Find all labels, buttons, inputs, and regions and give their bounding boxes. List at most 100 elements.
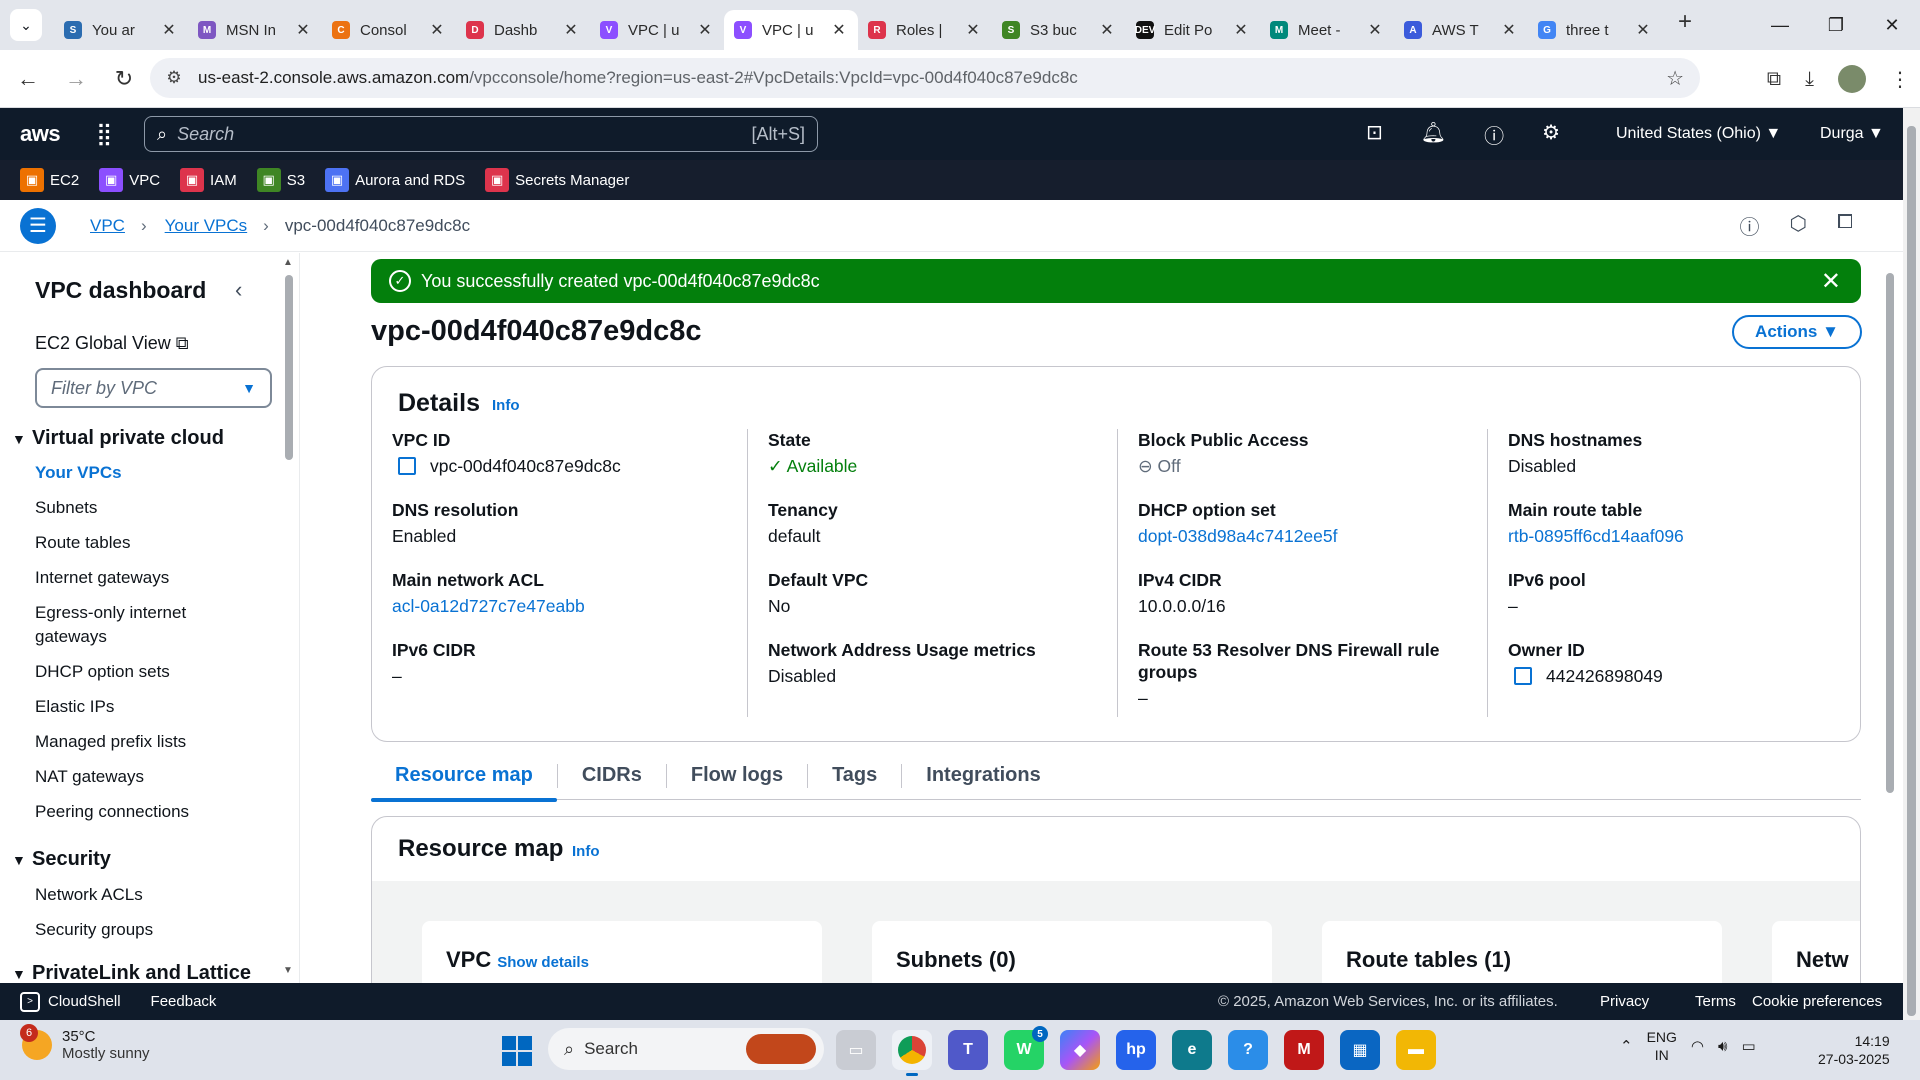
browser-tab[interactable]: M Meet - ✕	[1260, 10, 1394, 50]
tab-close-icon[interactable]: ✕	[964, 20, 982, 40]
tab-close-icon[interactable]: ✕	[1232, 20, 1250, 40]
sidebar-item-elastic-ips[interactable]: Elastic IPs	[35, 694, 114, 719]
cloudshell-button[interactable]: > CloudShell	[20, 991, 121, 1012]
tab-close-icon[interactable]: ✕	[1634, 20, 1652, 40]
sidebar-item-peering-connections[interactable]: Peering connections	[35, 799, 189, 824]
tab-close-icon[interactable]: ✕	[428, 20, 446, 40]
tab-resource-map[interactable]: Resource map	[371, 752, 557, 802]
new-tab-button[interactable]: +	[1678, 8, 1692, 36]
file-explorer-icon[interactable]: ▬	[1396, 1030, 1436, 1070]
scrollbar-thumb[interactable]	[285, 275, 293, 460]
section-virtual-private-cloud[interactable]: ▼ Virtual private cloud	[12, 427, 224, 450]
taskbar-search[interactable]: ⌕ Search	[548, 1028, 824, 1070]
tab-integrations[interactable]: Integrations	[902, 752, 1064, 800]
tab-close-icon[interactable]: ✕	[1098, 20, 1116, 40]
browser-tab[interactable]: S You ar ✕	[54, 10, 188, 50]
mcafee-icon[interactable]: M	[1284, 1030, 1324, 1070]
battery-icon[interactable]: ▭	[1741, 1037, 1755, 1055]
tab-search-button[interactable]: ⌄	[10, 9, 42, 41]
settings-gear-icon[interactable]: ⚙	[1542, 120, 1560, 149]
sidebar-item-network-acls[interactable]: Network ACLs	[35, 882, 143, 907]
start-button[interactable]	[502, 1036, 532, 1066]
tab-close-icon[interactable]: ✕	[294, 20, 312, 40]
sidebar-item-security-groups[interactable]: Security groups	[35, 917, 153, 942]
tab-close-icon[interactable]: ✕	[830, 20, 848, 40]
address-bar[interactable]: ⚙ us-east-2.console.aws.amazon.com/vpcco…	[150, 58, 1700, 98]
favorite-aurora-and-rds[interactable]: ▣ Aurora and RDS	[325, 168, 465, 192]
tab-close-icon[interactable]: ✕	[1500, 20, 1518, 40]
tab-cidrs[interactable]: CIDRs	[558, 752, 666, 800]
aws-search-input[interactable]: ⌕ Search [Alt+S]	[144, 116, 818, 152]
main-scrollbar[interactable]	[1883, 253, 1897, 983]
scrollbar-thumb[interactable]	[1907, 126, 1916, 1016]
extensions-icon[interactable]: ⧉	[1767, 68, 1781, 91]
browser-tab[interactable]: DEV Edit Po ✕	[1126, 10, 1260, 50]
sidebar-item-gateways[interactable]: gateways	[35, 624, 107, 649]
breadcrumb-your-vpcs[interactable]: Your VPCs	[165, 216, 248, 236]
ec2-global-view-link[interactable]: EC2 Global View ⧉	[35, 333, 189, 354]
forward-button[interactable]: →	[56, 66, 96, 92]
main-acl-link[interactable]: acl-0a12d727c7e47eabb	[392, 595, 585, 617]
browser-tab[interactable]: M MSN In ✕	[188, 10, 322, 50]
region-selector[interactable]: United States (Ohio) ▼	[1616, 125, 1781, 143]
close-window-button[interactable]: ✕	[1864, 0, 1920, 50]
breadcrumb-vpc[interactable]: VPC	[90, 216, 125, 236]
aws-logo[interactable]: aws	[20, 121, 61, 147]
minimize-button[interactable]: —	[1752, 0, 1808, 50]
notifications-shield-icon[interactable]: ⬡	[1790, 211, 1807, 240]
browser-tab[interactable]: V VPC | u ✕	[590, 10, 724, 50]
scrollbar-thumb[interactable]	[1886, 273, 1894, 793]
myhp-icon[interactable]: hp	[1116, 1030, 1156, 1070]
sidebar-item-managed-prefix-lists[interactable]: Managed prefix lists	[35, 729, 186, 754]
volume-icon[interactable]: 🔊︎	[1718, 1038, 1727, 1055]
sidebar-item-internet-gateways[interactable]: Internet gateways	[35, 565, 169, 590]
site-info-icon[interactable]: ⚙	[150, 68, 198, 88]
terms-link[interactable]: Terms	[1695, 993, 1736, 1010]
favorite-vpc[interactable]: ▣ VPC	[99, 168, 160, 192]
reload-button[interactable]: ↻	[104, 66, 144, 92]
side-nav-scrollbar[interactable]: ▲ ▼	[283, 253, 295, 983]
feedback-monitor-icon[interactable]: ⧠	[1837, 211, 1853, 240]
sidebar-item-route-tables[interactable]: Route tables	[35, 530, 130, 555]
filter-by-vpc-select[interactable]: Filter by VPC ▼	[35, 368, 272, 408]
clock[interactable]: 14:19 27-03-2025	[1818, 1032, 1890, 1068]
tab-close-icon[interactable]: ✕	[696, 20, 714, 40]
teams-icon[interactable]: T	[948, 1030, 988, 1070]
task-view-icon[interactable]: ▭	[836, 1030, 876, 1070]
store-icon[interactable]: ▦	[1340, 1030, 1380, 1070]
tab-close-icon[interactable]: ✕	[562, 20, 580, 40]
favorite-ec2[interactable]: ▣ EC2	[20, 168, 79, 192]
tab-flow-logs[interactable]: Flow logs	[667, 752, 807, 800]
restore-button[interactable]: ❐	[1808, 0, 1864, 50]
resource-map-info-link[interactable]: Info	[572, 843, 600, 860]
help-app-icon[interactable]: ?	[1228, 1030, 1268, 1070]
browser-tab[interactable]: D Dashb ✕	[456, 10, 590, 50]
cloudshell-icon[interactable]: ⊡	[1366, 120, 1383, 149]
collapse-nav-icon[interactable]: ‹	[235, 277, 242, 303]
wifi-icon[interactable]: ◠	[1691, 1037, 1704, 1055]
dhcp-link[interactable]: dopt-038d98a4c7412ee5f	[1138, 525, 1338, 547]
sidebar-item-egress-only-internet[interactable]: Egress-only internet	[35, 600, 186, 625]
profile-avatar[interactable]	[1838, 65, 1866, 93]
side-nav-toggle-icon[interactable]: ☰	[20, 207, 56, 244]
actions-button[interactable]: Actions ▼	[1732, 315, 1862, 349]
copilot-icon[interactable]: ◆	[1060, 1030, 1100, 1070]
chrome-icon[interactable]	[892, 1030, 932, 1076]
sidebar-item-your-vpcs[interactable]: Your VPCs	[35, 460, 122, 485]
sidebar-item-nat-gateways[interactable]: NAT gateways	[35, 764, 144, 789]
main-route-table-link[interactable]: rtb-0895ff6cd14aaf096	[1508, 525, 1684, 547]
feedback-link[interactable]: Feedback	[151, 993, 217, 1010]
notifications-bell-icon[interactable]: 🔔︎	[1421, 120, 1446, 149]
browser-menu-icon[interactable]: ⋮	[1890, 67, 1910, 92]
close-icon[interactable]: ✕	[1821, 267, 1841, 296]
info-panel-icon[interactable]: ⓘ	[1740, 211, 1760, 240]
weather-widget[interactable]: 6 35°C Mostly sunny	[20, 1024, 150, 1062]
download-icon[interactable]: ⤓	[1805, 68, 1814, 91]
language-indicator[interactable]: ENG IN	[1647, 1028, 1677, 1064]
show-details-link[interactable]: Show details	[497, 954, 589, 971]
browser-tab[interactable]: V VPC | u ✕	[724, 10, 858, 50]
sidebar-item-dhcp-option-sets[interactable]: DHCP option sets	[35, 659, 170, 684]
favorite-secrets-manager[interactable]: ▣ Secrets Manager	[485, 168, 629, 192]
details-info-link[interactable]: Info	[492, 397, 520, 414]
browser-tab[interactable]: A AWS T ✕	[1394, 10, 1528, 50]
